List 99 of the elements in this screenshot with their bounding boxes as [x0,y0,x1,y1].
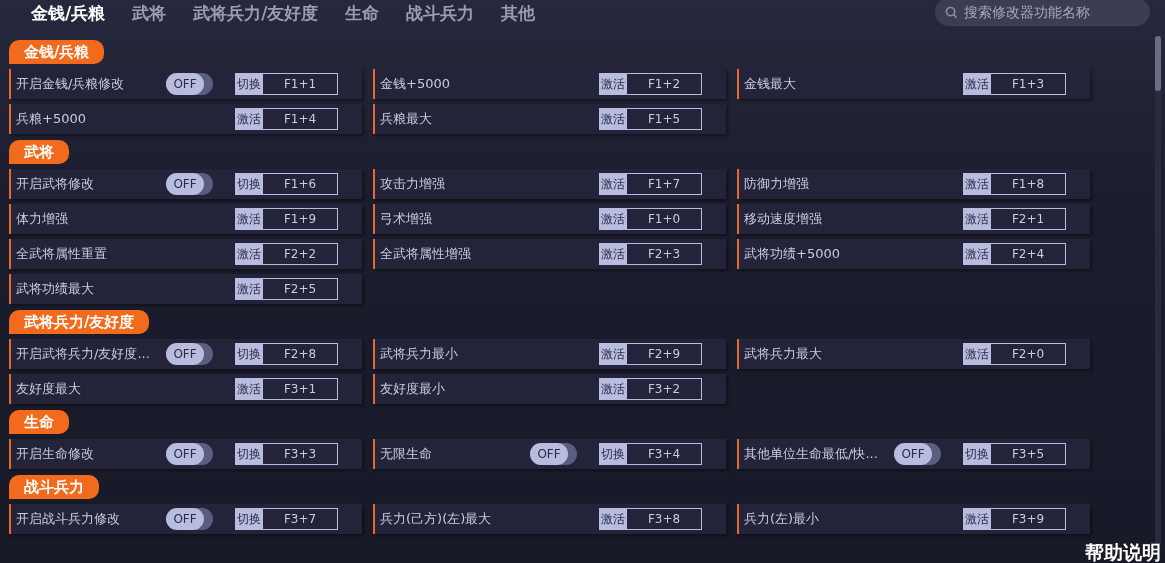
section-header: 生命 [9,410,69,434]
cheat-label: 移动速度增强 [744,210,823,229]
hotkey-field[interactable]: F1+7 [626,173,702,195]
action-button[interactable]: 激活 [963,173,990,195]
action-button[interactable]: 激活 [235,278,262,300]
cheat-label: 开启武将修改 [16,175,95,194]
cheat-label: 武将兵力最小 [380,345,459,364]
help-button[interactable]: 帮助说明 [1085,541,1161,563]
toggle-switch[interactable]: OFF [166,443,213,465]
cheat-label: 武将功绩+5000 [744,245,841,264]
cheat-label: 友好度最大 [16,380,82,399]
hotkey-field[interactable]: F1+4 [262,108,338,130]
action-button[interactable]: 激活 [235,378,262,400]
hotkey-field[interactable]: F3+2 [626,378,702,400]
section-header: 武将兵力/友好度 [9,310,150,334]
hotkey-field[interactable]: F1+3 [990,73,1066,95]
tab[interactable]: 武将兵力/友好度 [193,1,319,27]
cheat-label: 全武将属性重置 [16,245,108,264]
action-button[interactable]: 激活 [599,508,626,530]
action-button[interactable]: 激活 [599,243,626,265]
toggle-switch[interactable]: OFF [166,508,213,530]
action-button[interactable]: 激活 [599,108,626,130]
cheat-label: 开启武将兵力/友好度... [16,345,151,364]
cheat-label: 金钱+5000 [380,75,451,94]
action-button[interactable]: 激活 [599,378,626,400]
action-button[interactable]: 激活 [235,243,262,265]
hotkey-field[interactable]: F3+7 [262,508,338,530]
action-button[interactable]: 切换 [235,173,262,195]
action-button[interactable]: 切换 [599,443,626,465]
hotkey-field[interactable]: F2+9 [626,343,702,365]
hotkey-field[interactable]: F2+0 [990,343,1066,365]
tab[interactable]: 金钱/兵粮 [31,1,106,27]
hotkey-field[interactable]: F2+8 [262,343,338,365]
action-button[interactable]: 激活 [963,343,990,365]
cheat-label: 开启战斗兵力修改 [16,510,121,529]
cheat-label: 武将兵力最大 [744,345,823,364]
cheat-label: 兵粮+5000 [16,110,87,129]
cheat-label: 开启金钱/兵粮修改 [16,75,126,94]
toggle-switch[interactable]: OFF [530,443,577,465]
action-button[interactable]: 切换 [963,443,990,465]
hotkey-field[interactable]: F1+1 [262,73,338,95]
cheat-label: 兵力(左)最小 [744,510,821,529]
tab[interactable]: 战斗兵力 [406,1,475,27]
hotkey-field[interactable]: F2+3 [626,243,702,265]
action-button[interactable]: 激活 [963,243,990,265]
hotkey-field[interactable]: F1+6 [262,173,338,195]
cheat-label: 全武将属性增强 [380,245,472,264]
cheat-label: 其他单位生命最低/快... [744,445,879,464]
hotkey-field[interactable]: F3+9 [990,508,1066,530]
action-button[interactable]: 切换 [235,508,262,530]
action-button[interactable]: 激活 [599,173,626,195]
tab[interactable]: 武将 [132,1,167,27]
action-button[interactable]: 切换 [235,443,262,465]
cheat-label: 防御力增强 [744,175,810,194]
hotkey-field[interactable]: F1+5 [626,108,702,130]
hotkey-field[interactable]: F3+3 [262,443,338,465]
action-button[interactable]: 激活 [599,343,626,365]
search-field[interactable]: 搜索修改器功能名称 [935,0,1150,26]
cheat-label: 金钱最大 [744,75,797,94]
toggle-switch[interactable]: OFF [894,443,941,465]
cheat-label: 武将功绩最大 [16,280,95,299]
action-button[interactable]: 激活 [235,208,262,230]
section-header: 战斗兵力 [9,475,99,499]
action-button[interactable]: 切换 [235,73,262,95]
hotkey-field[interactable]: F3+5 [990,443,1066,465]
toggle-switch[interactable]: OFF [166,343,213,365]
cheat-label: 无限生命 [380,445,433,464]
hotkey-field[interactable]: F2+5 [262,278,338,300]
search-icon [945,5,958,19]
tab[interactable]: 生命 [345,1,380,27]
hotkey-field[interactable]: F2+4 [990,243,1066,265]
action-button[interactable]: 激活 [963,508,990,530]
toggle-switch[interactable]: OFF [166,73,213,95]
hotkey-field[interactable]: F2+2 [262,243,338,265]
action-button[interactable]: 激活 [963,208,990,230]
hotkey-field[interactable]: F1+8 [990,173,1066,195]
tab[interactable]: 其他 [501,1,536,27]
action-button[interactable]: 激活 [963,73,990,95]
hotkey-field[interactable]: F3+1 [262,378,338,400]
hotkey-field[interactable]: F1+9 [262,208,338,230]
hotkey-field[interactable]: F1+2 [626,73,702,95]
cheat-label: 兵力(己方)(左)最大 [380,510,493,529]
hotkey-field[interactable]: F1+0 [626,208,702,230]
action-button[interactable]: 激活 [235,108,262,130]
hotkey-field[interactable]: F2+1 [990,208,1066,230]
cheat-label: 攻击力增强 [380,175,446,194]
action-button[interactable]: 激活 [599,73,626,95]
cheat-label: 弓术增强 [380,210,433,229]
action-button[interactable]: 激活 [599,208,626,230]
cheat-label: 体力增强 [16,210,69,229]
hotkey-field[interactable]: F3+8 [626,508,702,530]
action-button[interactable]: 切换 [235,343,262,365]
cheat-label: 友好度最小 [380,380,446,399]
hotkey-field[interactable]: F3+4 [626,443,702,465]
section-header: 武将 [9,140,69,164]
toggle-switch[interactable]: OFF [166,173,213,195]
cheat-label: 兵粮最大 [380,110,433,129]
section-header: 金钱/兵粮 [9,40,105,64]
cheat-label: 开启生命修改 [16,445,95,464]
